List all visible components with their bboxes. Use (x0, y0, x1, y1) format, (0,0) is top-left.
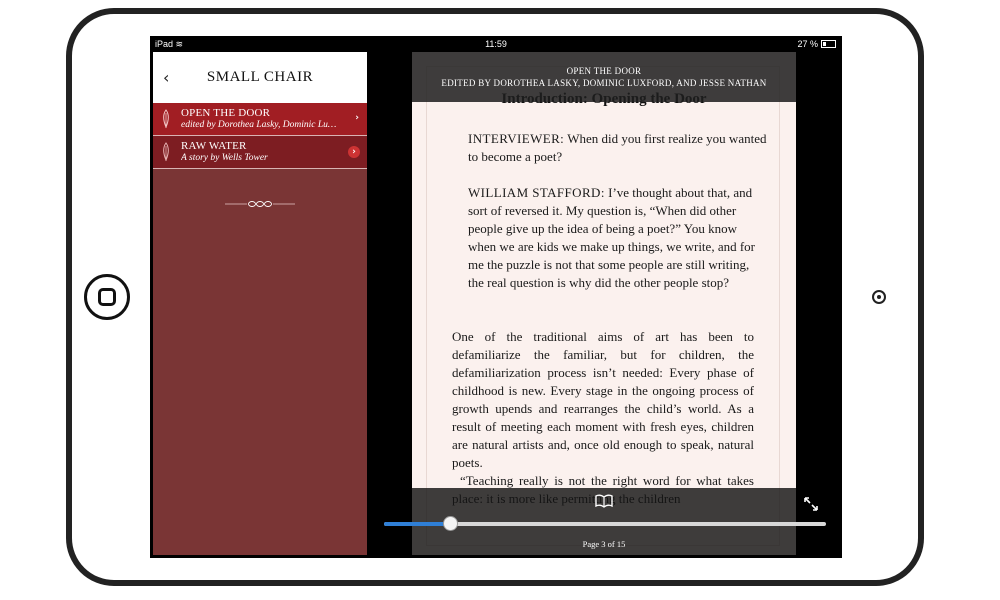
book-editors: EDITED BY DOROTHEA LASKY, DOMINIC LUXFOR… (441, 78, 767, 88)
page-indicator: Page 3 of 15 (582, 539, 626, 549)
home-square-icon (98, 288, 116, 306)
sidebar-item-subtitle: A story by Wells Tower (181, 153, 268, 163)
battery-icon (821, 40, 836, 48)
book-title: OPEN THE DOOR (566, 66, 642, 76)
reader-header: OPEN THE DOOR EDITED BY DOROTHEA LASKY, … (412, 52, 796, 102)
sidebar-item-raw-water[interactable]: RAW WATER A story by Wells Tower › (153, 136, 367, 169)
table-of-contents-book-icon[interactable] (594, 493, 614, 509)
fullscreen-expand-icon[interactable] (803, 496, 819, 512)
page-progress-slider[interactable] (384, 516, 826, 531)
speaker-label: WILLIAM STAFFORD: (468, 185, 605, 200)
body-paragraph: One of the traditional aims of art has b… (452, 329, 754, 470)
sidebar-header: ‹ SMALL CHAIR (153, 52, 367, 103)
progress-fill (384, 522, 451, 526)
ornament-divider-icon (225, 201, 295, 207)
chevron-right-icon: › (355, 113, 359, 123)
sidebar-item-title: RAW WATER (181, 140, 247, 152)
sidebar: ‹ SMALL CHAIR OPEN THE DOOR edited by Do… (153, 52, 367, 555)
status-time: 11:59 (485, 39, 507, 49)
quill-icon (163, 109, 169, 129)
sidebar-title: SMALL CHAIR (206, 69, 314, 85)
speaker-label: INTERVIEWER: (468, 131, 565, 146)
sidebar-item-subtitle: edited by Dorothea Lasky, Dominic Lu… (181, 120, 337, 130)
home-button[interactable] (84, 274, 130, 320)
camera-icon (872, 290, 886, 304)
sidebar-item-open-the-door[interactable]: OPEN THE DOOR edited by Dorothea Lasky, … (153, 103, 367, 136)
battery-status: 27 % (797, 39, 836, 49)
status-bar: iPad ≋ 11:59 27 % (150, 36, 842, 52)
chevron-right-circle-icon: › (348, 146, 360, 158)
sidebar-item-title: OPEN THE DOOR (181, 107, 271, 119)
interview-question: INTERVIEWER: When did you first realize … (468, 130, 768, 166)
interview-answer: WILLIAM STAFFORD: I’ve thought about tha… (468, 184, 768, 292)
quill-icon (163, 142, 169, 162)
answer-text: I’ve thought about that, and sort of rev… (468, 185, 755, 290)
